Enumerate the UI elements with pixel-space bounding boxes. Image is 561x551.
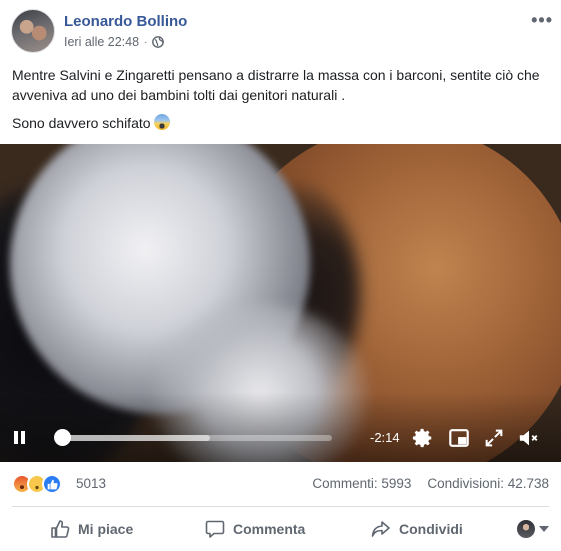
share-button[interactable]: Condividi: [371, 519, 463, 539]
reactions-bar: 5013 Commenti: 5993 Condivisioni: 42.738: [0, 470, 561, 500]
engagement-stats: Commenti: 5993 Condivisioni: 42.738: [312, 476, 549, 491]
thumbs-up-icon: [51, 520, 70, 538]
time-remaining: -2:14: [370, 430, 400, 445]
comment-bubble-icon: [205, 520, 225, 538]
reaction-icons[interactable]: [12, 474, 62, 494]
post-meta: Ieri alle 22:48 ·: [64, 35, 165, 49]
reaction-identity-chooser[interactable]: [517, 520, 549, 538]
author-name[interactable]: Leonardo Bollino: [64, 13, 187, 30]
meta-separator: ·: [144, 36, 148, 48]
muted-volume-icon[interactable]: [518, 427, 540, 449]
post-body-line2: Sono davvero schifato: [12, 115, 151, 131]
share-arrow-icon: [371, 521, 390, 537]
video-player[interactable]: [0, 144, 561, 462]
post-text: Mentre Salvini e Zingaretti pensano a di…: [12, 65, 552, 133]
video-controls: -2:14: [0, 418, 561, 458]
video-scrubber[interactable]: [60, 435, 332, 441]
share-label: Condividi: [399, 521, 463, 537]
action-divider: [12, 506, 549, 507]
like-label: Mi piace: [78, 521, 134, 537]
user-avatar: [517, 520, 535, 538]
like-button[interactable]: Mi piace: [50, 519, 133, 539]
settings-icon[interactable]: [412, 427, 434, 449]
comments-count[interactable]: Commenti: 5993: [312, 476, 411, 491]
post-header: Leonardo Bollino Ieri alle 22:48 · •••: [0, 0, 561, 60]
reaction-count[interactable]: 5013: [76, 476, 106, 491]
picture-in-picture-icon[interactable]: [448, 427, 470, 449]
chevron-down-icon: [539, 526, 549, 532]
comment-label: Commenta: [233, 521, 306, 537]
like-reaction-icon: [42, 474, 62, 494]
more-options-icon[interactable]: •••: [531, 10, 553, 31]
pause-icon[interactable]: [14, 431, 28, 445]
globe-icon[interactable]: [152, 36, 165, 48]
post-actions: Mi piace Commenta Condividi: [0, 508, 561, 550]
post-body-paragraph-2: Sono davvero schifato: [12, 113, 552, 133]
fullscreen-icon[interactable]: [483, 427, 505, 449]
video-buffer-bar: [60, 435, 210, 441]
post-timestamp[interactable]: Ieri alle 22:48: [64, 35, 139, 49]
author-avatar[interactable]: [11, 9, 55, 53]
video-scrubber-handle[interactable]: [54, 429, 71, 446]
shares-count[interactable]: Condivisioni: 42.738: [427, 476, 549, 491]
post-body-paragraph: Mentre Salvini e Zingaretti pensano a di…: [12, 67, 540, 103]
fearful-face-emoji-icon: [154, 114, 171, 130]
comment-button[interactable]: Commenta: [205, 519, 305, 539]
